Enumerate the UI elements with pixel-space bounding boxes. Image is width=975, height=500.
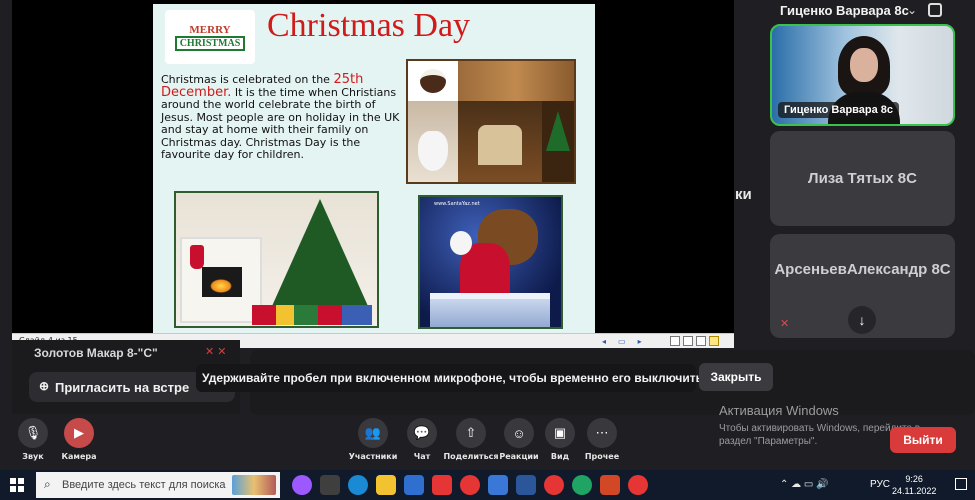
meeting-window: MERRY CHRISTMAS Christmas Day Christmas … xyxy=(0,0,975,500)
camera-off-icon[interactable]: ▶ xyxy=(64,418,94,448)
slide-navigation[interactable]: ◂ ▭ ▸ xyxy=(602,337,654,346)
yandex-browser-icon-2[interactable] xyxy=(544,475,564,495)
leave-meeting-button[interactable]: Выйти xyxy=(890,427,956,453)
slide-body-text: Christmas is celebrated on the 25th Dece… xyxy=(161,73,401,162)
santa-chimney-image: www.SantaYaz.net xyxy=(418,195,563,329)
slide-title: Christmas Day xyxy=(267,7,471,44)
meeting-app-icon[interactable] xyxy=(488,475,508,495)
yandex-browser-icon-3[interactable] xyxy=(628,475,648,495)
merry-christmas-logo: MERRY CHRISTMAS xyxy=(165,10,255,64)
layout-icon[interactable]: ▣ xyxy=(545,418,575,448)
people-icon[interactable]: 👥 xyxy=(358,418,388,448)
notes-icon[interactable]: ▭ xyxy=(618,337,626,346)
share-screen-icon[interactable]: ⇧ xyxy=(456,418,486,448)
participant-tile-self[interactable]: Гиценко Варвара 8с xyxy=(770,24,955,126)
prev-slide-icon[interactable]: ◂ xyxy=(602,337,606,346)
invite-button-label: Пригласить на встре xyxy=(55,379,190,395)
slideshow-view-icon[interactable] xyxy=(709,336,719,346)
smile-icon[interactable]: ☺ xyxy=(504,418,534,448)
switch-camera-icon[interactable] xyxy=(928,3,942,17)
participants-control[interactable]: 👥 Участники xyxy=(345,418,401,461)
edge-browser-icon[interactable] xyxy=(348,475,368,495)
mic-camera-off-icons: ✕ ✕ xyxy=(205,346,227,358)
search-highlight-icon xyxy=(232,475,276,495)
chat-icon[interactable]: 💬 xyxy=(407,418,437,448)
hint-text: Удерживайте пробел при включенном микроф… xyxy=(202,371,704,385)
file-explorer-icon[interactable] xyxy=(376,475,396,495)
participant-list-name: Золотов Макар 8-"С" xyxy=(34,346,158,360)
participant-tile-arsenyev[interactable]: Арсеньев Александр 8С ✕ ↓ xyxy=(770,234,955,338)
reading-view-icon[interactable] xyxy=(696,336,706,346)
windows-start-icon[interactable] xyxy=(10,478,24,492)
activation-title: Активация Windows xyxy=(719,403,839,418)
participant-name-line1: Арсеньев xyxy=(774,261,847,278)
clock-date: 24.11.2022 xyxy=(892,486,937,496)
santa-image-watermark: www.SantaYaz.net xyxy=(434,201,480,207)
chat-label: Чат xyxy=(413,452,431,461)
taskbar-search-box[interactable]: ⌕ Введите здесь текст для поиска xyxy=(36,472,280,498)
more-icon[interactable]: ⋯ xyxy=(587,418,617,448)
more-label: Прочее xyxy=(584,452,620,461)
taskbar-clock[interactable]: 9:26 24.11.2022 xyxy=(892,473,936,497)
search-icon: ⌕ xyxy=(44,477,51,491)
logo-line2: CHRISTMAS xyxy=(174,35,246,51)
participant-name-block: Арсеньев Александр 8С xyxy=(770,260,955,279)
camera-label: Камера xyxy=(61,452,97,461)
mail-icon[interactable] xyxy=(404,475,424,495)
language-indicator[interactable]: РУС xyxy=(870,479,890,490)
add-person-icon: ⊕ xyxy=(39,379,50,393)
partial-text: ки xyxy=(735,186,752,203)
taskbar-apps xyxy=(292,475,648,495)
scroll-down-arrow-icon[interactable]: ↓ xyxy=(848,306,876,334)
search-placeholder: Введите здесь текст для поиска xyxy=(62,479,226,491)
participants-label: Участники xyxy=(348,452,398,461)
self-name-header: Гиценко Варвара 8с xyxy=(780,3,909,18)
camera-control[interactable]: ▶ Камера xyxy=(51,418,107,461)
normal-view-icon[interactable] xyxy=(670,336,680,346)
christmas-tree-fireplace-image xyxy=(174,191,379,328)
push-to-talk-hint: Удерживайте пробел при включенном микроф… xyxy=(196,364,703,392)
powerpoint-icon[interactable] xyxy=(600,475,620,495)
messenger-icon[interactable] xyxy=(572,475,592,495)
next-slide-icon[interactable]: ▸ xyxy=(638,337,642,346)
christmas-collage-image xyxy=(406,59,576,184)
word-icon[interactable] xyxy=(516,475,536,495)
screen-share-area: MERRY CHRISTMAS Christmas Day Christmas … xyxy=(12,0,734,348)
participant-name: Лиза Тятых 8С xyxy=(808,170,917,187)
slide-view-buttons[interactable] xyxy=(670,336,719,346)
mic-off-icon: ✕ xyxy=(780,318,790,330)
chat-control[interactable]: 💬 Чат xyxy=(394,418,450,461)
close-hint-button[interactable]: Закрыть xyxy=(699,363,773,391)
windows-taskbar: ⌕ Введите здесь текст для поиска ⌃ ☁ ▭ 🔊… xyxy=(0,470,975,500)
participant-name-line2: Александр 8С xyxy=(846,261,951,278)
more-control[interactable]: ⋯ Прочее xyxy=(574,418,630,461)
notifications-icon[interactable] xyxy=(955,478,967,490)
task-view-icon[interactable] xyxy=(320,475,340,495)
participant-tile-liza[interactable]: Лиза Тятых 8С xyxy=(770,131,955,226)
presentation-slide: MERRY CHRISTMAS Christmas Day Christmas … xyxy=(153,4,595,334)
alice-icon[interactable] xyxy=(292,475,312,495)
mic-icon[interactable]: 🎙 xyxy=(18,418,48,448)
yandex-icon[interactable] xyxy=(432,475,452,495)
chevron-down-icon[interactable]: ⌄ xyxy=(907,3,917,17)
clock-time: 9:26 xyxy=(905,474,923,484)
participant-video-label: Гиценко Варвара 8с xyxy=(778,102,900,118)
system-tray-icons[interactable]: ⌃ ☁ ▭ 🔊 xyxy=(780,479,829,490)
yandex-browser-icon[interactable] xyxy=(460,475,480,495)
sorter-view-icon[interactable] xyxy=(683,336,693,346)
logo-line1: MERRY xyxy=(189,23,231,36)
